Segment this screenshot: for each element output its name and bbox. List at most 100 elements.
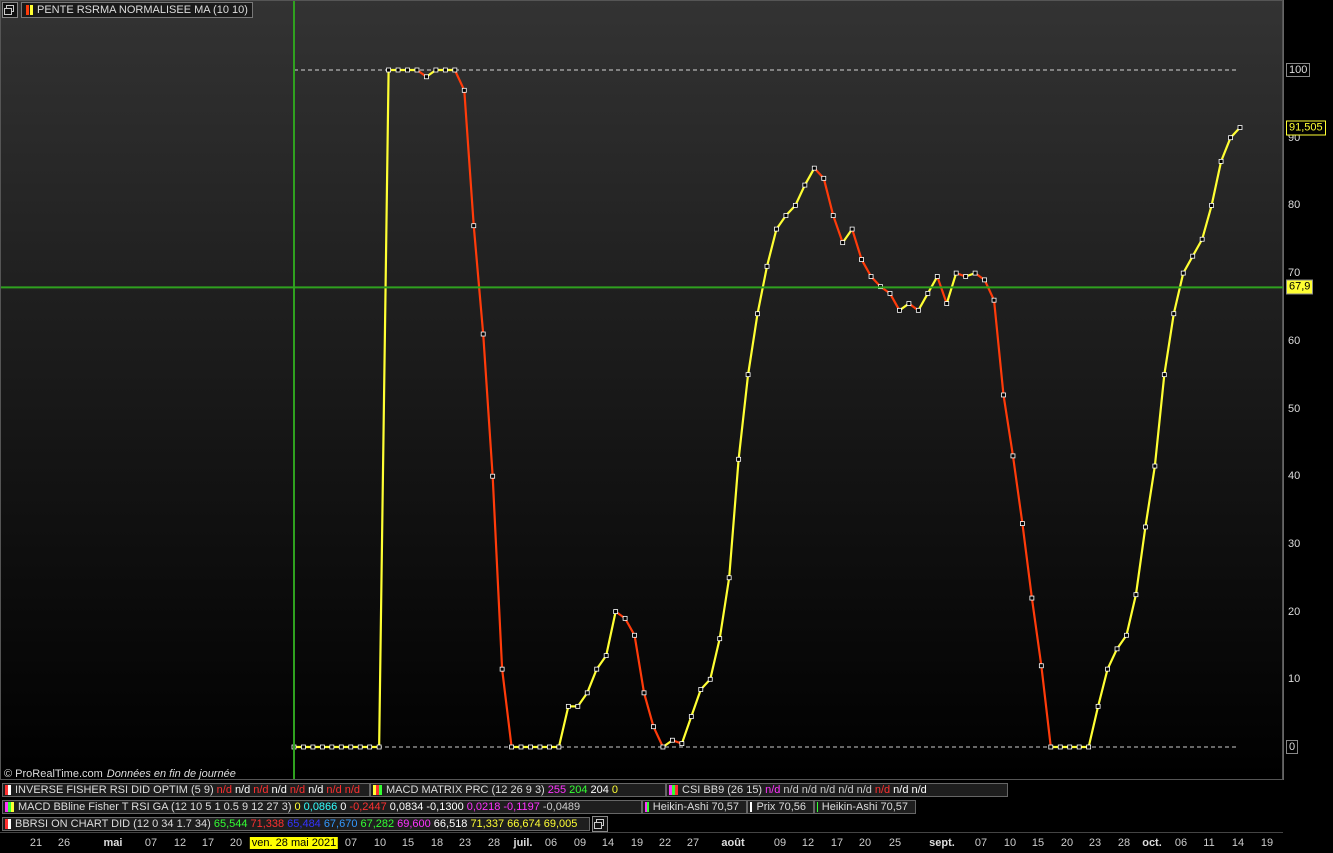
x-tick-label: 14 <box>602 837 614 849</box>
window-restore-icon[interactable] <box>2 2 18 18</box>
data-point <box>1115 647 1119 651</box>
indicator-legend-item[interactable]: BBRSI ON CHART DID (12 0 34 1.7 34)65,54… <box>2 817 590 831</box>
indicator-legend-item[interactable]: MACD BBline Fisher T RSI GA (12 10 5 1 0… <box>2 800 642 814</box>
x-tick-label: 23 <box>459 837 471 849</box>
y-tick-label: 100 <box>1286 63 1310 77</box>
x-tick-label: 20 <box>859 837 871 849</box>
data-point <box>481 332 485 336</box>
data-point <box>1191 254 1195 258</box>
data-point <box>954 271 958 275</box>
indicator-legend-item[interactable]: INVERSE FISHER RSI DID OPTIM (5 9)n/dn/d… <box>2 783 370 797</box>
indicator-value: n/d <box>290 783 305 797</box>
data-point <box>443 68 447 72</box>
indicator-value: 66,518 <box>434 817 468 831</box>
data-point <box>358 745 362 749</box>
data-point <box>983 278 987 282</box>
series-segment <box>559 706 568 747</box>
data-point <box>831 214 835 218</box>
indicator-value: n/d <box>345 783 360 797</box>
color-swatch <box>379 785 382 795</box>
color-swatch <box>8 819 11 829</box>
data-point <box>1068 745 1072 749</box>
series-segment <box>587 669 596 693</box>
last-value-label: 91,505 <box>1286 120 1326 135</box>
date-axis[interactable]: 2126mai07121720ven. 28 mai 2021071015182… <box>0 832 1283 853</box>
indicator-value: n/d <box>857 783 872 797</box>
x-tick-label: 12 <box>174 837 186 849</box>
x-tick-label: 07 <box>975 837 987 849</box>
series-segment <box>606 612 615 656</box>
color-swatch <box>8 785 11 795</box>
x-tick-label: 26 <box>58 837 70 849</box>
series-segment <box>483 334 492 476</box>
y-tick-label: 20 <box>1288 606 1300 618</box>
data-point <box>1002 393 1006 397</box>
data-point <box>1238 126 1242 130</box>
indicator-value: 0,0834 <box>390 800 424 814</box>
y-tick-label: 0 <box>1286 740 1298 754</box>
data-point <box>803 183 807 187</box>
data-point <box>812 166 816 170</box>
series-segment <box>758 266 767 313</box>
y-tick-label: 10 <box>1288 673 1300 685</box>
series-segment <box>862 260 871 277</box>
color-swatch <box>675 785 678 795</box>
series-segment <box>1013 456 1022 524</box>
series-segment <box>890 293 899 310</box>
x-tick-label: 19 <box>631 837 643 849</box>
data-point <box>964 274 968 278</box>
indicator-title[interactable]: PENTE RSRMA NORMALISEE MA (10 10) <box>21 2 253 18</box>
data-point <box>718 637 722 641</box>
data-delay-note: Données en fin de journée <box>107 768 236 780</box>
indicator-value: n/d <box>235 783 250 797</box>
indicator-legend-item[interactable]: MACD MATRIX PRC (12 26 9 3)2552042040 <box>370 783 666 797</box>
indicator-value: n/d <box>893 783 908 797</box>
x-tick-label: 10 <box>1004 837 1016 849</box>
data-point <box>396 68 400 72</box>
x-tick-label: 17 <box>831 837 843 849</box>
indicator-value: 71,338 <box>251 817 285 831</box>
data-point <box>387 68 391 72</box>
x-tick-label: 20 <box>230 837 242 849</box>
data-point <box>510 745 514 749</box>
data-point <box>1153 464 1157 468</box>
data-point <box>472 224 476 228</box>
indicator-legend-item[interactable]: CSI BB9 (26 15)n/dn/dn/dn/dn/dn/dn/dn/dn… <box>666 783 1008 797</box>
x-tick-label: 14 <box>1232 837 1244 849</box>
indicator-name: MACD MATRIX PRC (12 26 9 3) <box>386 783 545 797</box>
data-point <box>415 68 419 72</box>
x-tick-label: 23 <box>1089 837 1101 849</box>
data-point <box>633 633 637 637</box>
indicator-legend-item[interactable]: Prix 70,56 <box>747 800 814 814</box>
x-tick-label: 18 <box>431 837 443 849</box>
series-segment <box>1174 273 1183 314</box>
x-tick-label: 10 <box>374 837 386 849</box>
indicator-value: n/d <box>326 783 341 797</box>
data-point <box>1049 745 1053 749</box>
crosshair-value-label: 67,9 <box>1286 280 1313 295</box>
copyright-brand: © ProRealTime.com <box>4 768 103 780</box>
series-segment <box>852 229 861 259</box>
series-segment <box>1004 395 1013 456</box>
indicator-plot[interactable] <box>0 0 1333 852</box>
indicator-value: n/d <box>783 783 798 797</box>
indicator-legend-item[interactable]: Heikin-Ashi 70,57 <box>814 800 916 814</box>
series-segment <box>1202 205 1211 239</box>
data-point <box>453 68 457 72</box>
data-point <box>642 691 646 695</box>
series-segment <box>795 185 804 205</box>
color-swatch <box>11 802 14 812</box>
data-point <box>689 715 693 719</box>
series-segment <box>1089 706 1098 747</box>
data-point <box>604 654 608 658</box>
indicator-legend-item[interactable]: Heikin-Ashi 70,57 <box>642 800 747 814</box>
window-restore-icon[interactable] <box>592 816 608 832</box>
series-segment <box>1041 666 1050 747</box>
x-tick-label: août <box>721 837 744 849</box>
color-swatch-up <box>30 5 33 15</box>
data-point <box>301 745 305 749</box>
data-point <box>424 75 428 79</box>
data-point <box>651 725 655 729</box>
indicator-value: 0 <box>340 800 346 814</box>
series-segment <box>947 273 956 303</box>
